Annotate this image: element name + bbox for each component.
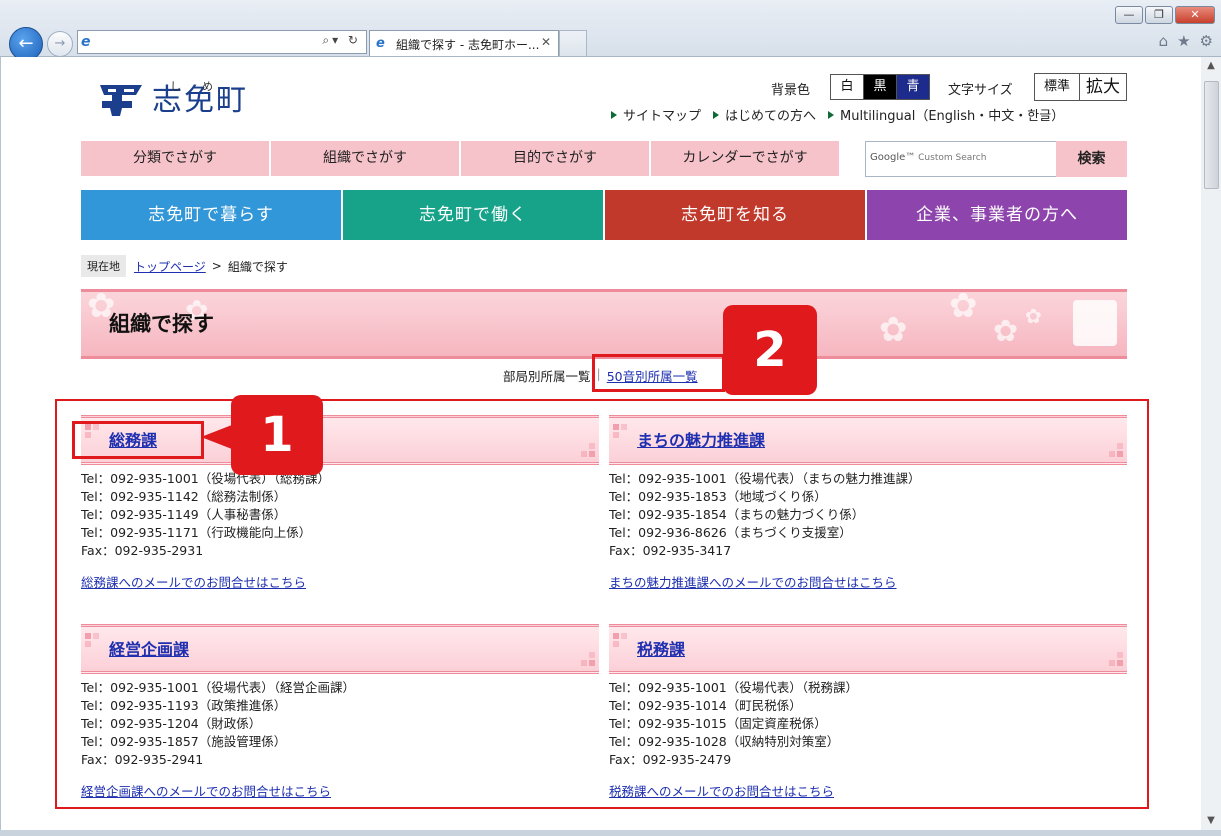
tab-by-department: 部局別所属一覧 <box>503 369 591 384</box>
logo-text: し め 志免町 <box>152 80 248 119</box>
sitemap-link-label: サイトマップ <box>623 109 702 124</box>
nav-by-calendar[interactable]: カレンダーでさがす <box>651 141 839 176</box>
background-color-selector: 白 黒 青 <box>830 74 930 100</box>
maximize-button[interactable]: ❐ <box>1145 6 1173 24</box>
blossom-icon: ✿ <box>949 289 978 326</box>
breadcrumb-separator: > <box>211 259 222 273</box>
header-links: サイトマップ はじめての方へ Multilingual（English・中文・한… <box>611 105 1076 124</box>
close-window-button[interactable]: ✕ <box>1175 6 1215 24</box>
site-logo[interactable]: し め 志免町 <box>98 80 248 119</box>
nav-about[interactable]: 志免町を知る <box>605 190 865 240</box>
font-standard-button[interactable]: 標準 <box>1035 74 1080 100</box>
window-bottom-border <box>0 830 1221 836</box>
ie-logo-icon: e <box>81 34 91 50</box>
nav-working[interactable]: 志免町で働く <box>343 190 603 240</box>
triangle-right-icon <box>611 110 617 119</box>
browser-toolbar-icons: ⌂ ★ ⚙ <box>1159 32 1213 50</box>
search-input[interactable]: Google™ Custom Search <box>865 141 1057 177</box>
back-button[interactable]: ← <box>9 27 43 61</box>
highlight-department-list <box>55 399 1149 809</box>
scrollbar-thumb[interactable] <box>1204 81 1219 189</box>
scroll-down-icon[interactable]: ▼ <box>1201 812 1221 830</box>
google-brand-text: Google™ <box>870 152 916 163</box>
search-placeholder: Google™ Custom Search <box>870 152 986 163</box>
sitemap-link[interactable]: サイトマップ <box>611 105 701 124</box>
multilingual-link[interactable]: Multilingual（English・中文・한글） <box>828 105 1064 124</box>
tab-title: 組織で探す - 志免町ホー... <box>396 38 540 52</box>
bg-blue-button[interactable]: 青 <box>897 75 929 99</box>
search-button[interactable]: 検索 <box>1056 141 1127 177</box>
nav-living[interactable]: 志免町で暮らす <box>81 190 341 240</box>
search-nav: 分類でさがす 組織でさがす 目的でさがす カレンダーでさがす <box>81 141 839 176</box>
nav-by-category[interactable]: 分類でさがす <box>81 141 269 176</box>
logo-name: 志免町 <box>152 83 248 118</box>
browser-tab[interactable]: e 組織で探す - 志免町ホー... ✕ <box>369 30 559 56</box>
multilingual-link-label: Multilingual（English・中文・한글） <box>840 109 1065 124</box>
building-icon <box>1073 300 1117 346</box>
breadcrumb-home-link[interactable]: トップページ <box>134 258 206 275</box>
address-bar[interactable]: e ⌕▾ ↻ <box>77 30 367 54</box>
blossom-icon: ✿ <box>879 310 908 350</box>
highlight-kana-link <box>592 354 725 392</box>
page-viewport: し め 志免町 背景色 白 黒 青 文字サイズ 標準 拡大 サイトマップ はじめ… <box>0 57 1201 830</box>
ruby-shi: し <box>170 80 181 93</box>
address-tools-icon[interactable]: ⌕▾ ↻ <box>322 33 361 48</box>
nav-by-organization[interactable]: 組織でさがす <box>271 141 459 176</box>
bg-white-button[interactable]: 白 <box>831 75 864 99</box>
new-tab-button[interactable] <box>559 30 587 56</box>
favorites-star-icon[interactable]: ★ <box>1177 32 1190 50</box>
breadcrumb: 現在地 トップページ > 組織で探す <box>81 255 288 277</box>
ruby-me: め <box>202 80 213 93</box>
page-title: 組織で探す <box>109 312 214 336</box>
vertical-scrollbar[interactable]: ▲ ▼ <box>1200 57 1221 830</box>
beginners-link-label: はじめての方へ <box>725 109 817 124</box>
breadcrumb-current: 組織で探す <box>227 259 288 274</box>
gear-icon[interactable]: ⚙ <box>1200 32 1213 50</box>
font-size-label: 文字サイズ <box>948 83 1013 98</box>
nav-business[interactable]: 企業、事業者の方へ <box>867 190 1127 240</box>
home-icon[interactable]: ⌂ <box>1159 32 1169 50</box>
tab-ie-icon: e <box>376 36 385 51</box>
beginners-link[interactable]: はじめての方へ <box>713 105 816 124</box>
bg-black-button[interactable]: 黒 <box>864 75 897 99</box>
font-size-selector: 標準 拡大 <box>1034 73 1127 101</box>
window-controls: — ❐ ✕ <box>1115 6 1215 24</box>
callout-badge-1: 1 <box>231 395 323 475</box>
background-color-label: 背景色 <box>771 83 811 98</box>
triangle-right-icon <box>828 110 835 119</box>
nav-by-purpose[interactable]: 目的でさがす <box>461 141 649 176</box>
breadcrumb-label: 現在地 <box>81 255 126 277</box>
page-title-band: ✿ ✿ ✿ ✿ ✿ ✿ 組織で探す <box>81 289 1127 359</box>
custom-search-text: Custom Search <box>918 153 987 163</box>
highlight-soumu-link <box>72 421 204 459</box>
category-nav: 志免町で暮らす 志免町で働く 志免町を知る 企業、事業者の方へ <box>81 190 1127 240</box>
minimize-button[interactable]: — <box>1115 6 1143 24</box>
forward-button[interactable]: → <box>47 31 73 57</box>
font-large-button[interactable]: 拡大 <box>1080 74 1126 100</box>
blossom-icon: ✿ <box>1025 304 1042 328</box>
scroll-up-icon[interactable]: ▲ <box>1201 57 1221 75</box>
blossom-icon: ✿ <box>993 314 1019 349</box>
town-emblem-icon <box>98 81 144 119</box>
tab-close-icon[interactable]: ✕ <box>541 35 551 49</box>
browser-titlebar: — ❐ ✕ ← → e ⌕▾ ↻ e 組織で探す - 志免町ホー... ✕ ⌂ … <box>0 0 1221 61</box>
callout-badge-2: 2 <box>723 305 817 395</box>
triangle-right-icon <box>713 110 720 119</box>
